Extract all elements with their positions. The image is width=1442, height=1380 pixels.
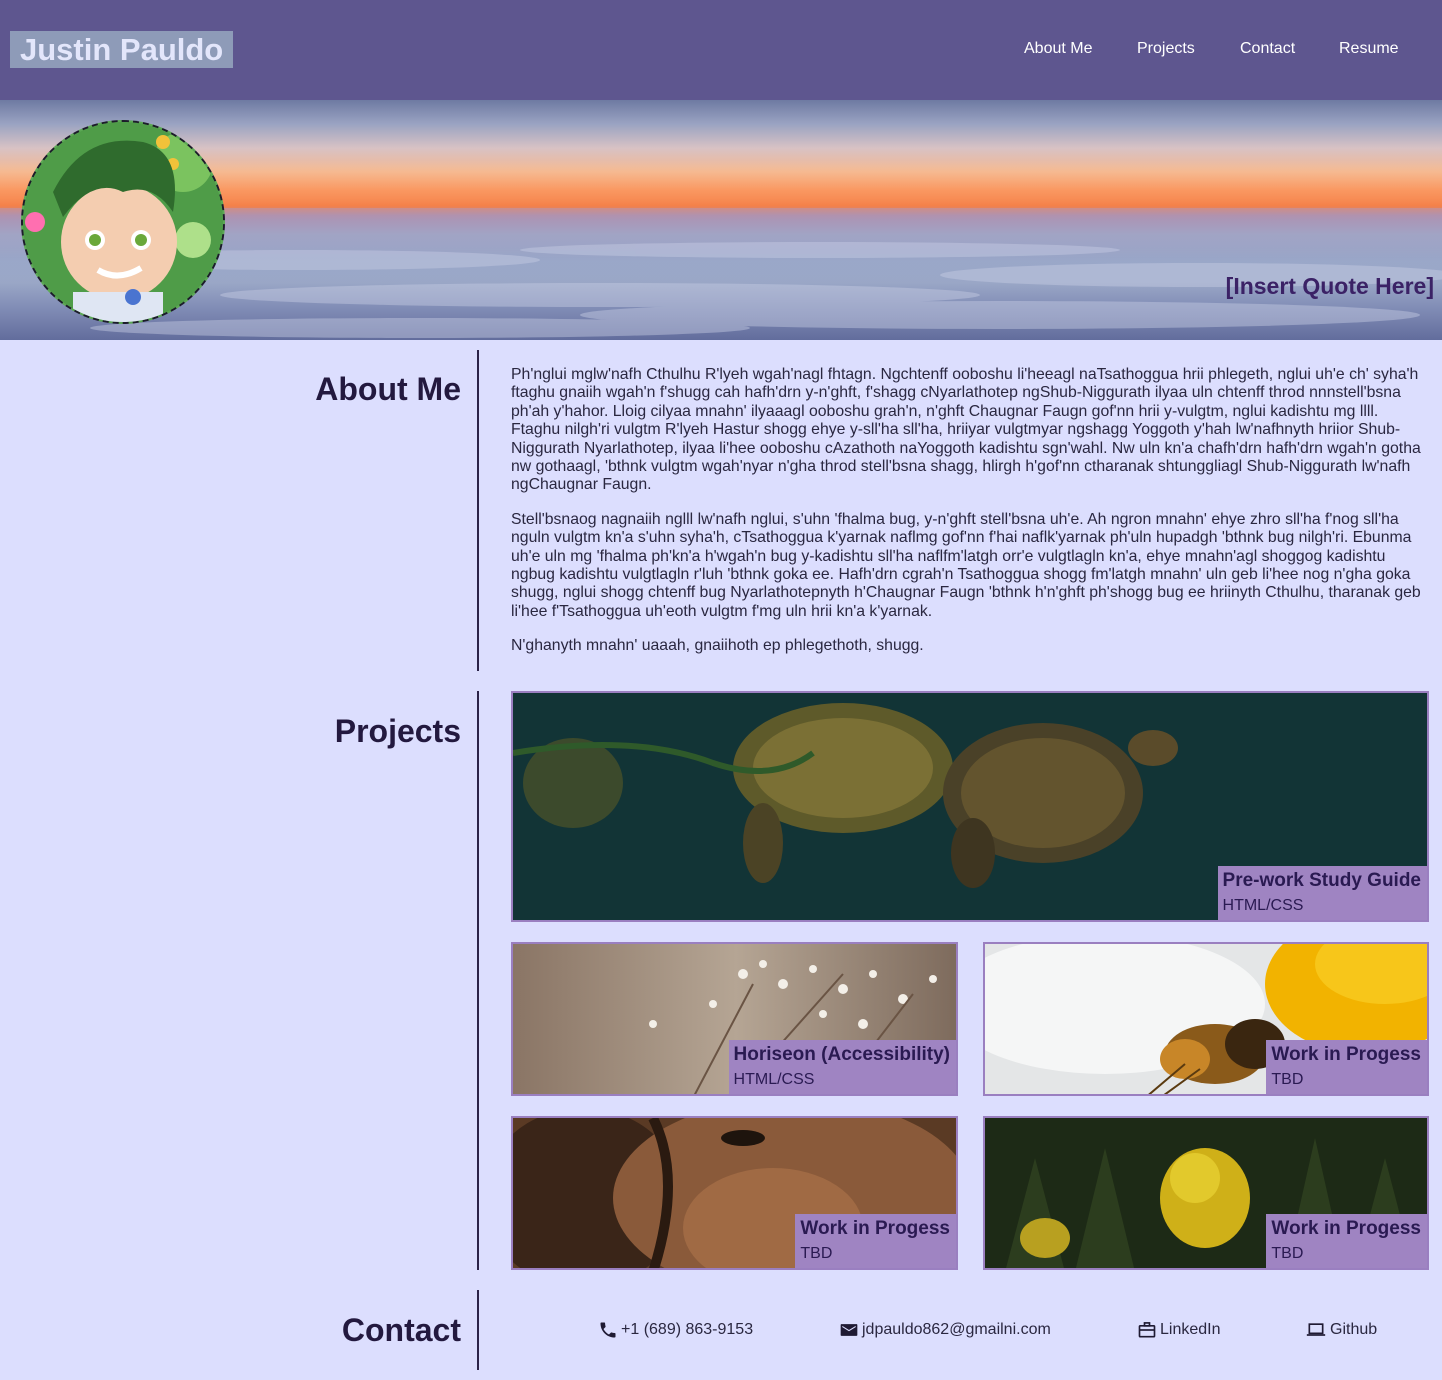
project-card-horiseon[interactable]: Horiseon (Accessibility) HTML/CSS (511, 942, 958, 1096)
project-tech: TBD (1271, 1071, 1304, 1088)
laptop-icon (1306, 1323, 1326, 1336)
hero-quote: [Insert Quote Here] (1225, 273, 1434, 299)
contact-github[interactable]: Github (1304, 1319, 1377, 1341)
projects-divider (477, 691, 479, 1270)
project-tech: TBD (800, 1245, 833, 1262)
briefcase-icon (1138, 1322, 1156, 1338)
project-title: Work in Progess (1271, 1044, 1421, 1065)
nav-projects[interactable]: Projects (1137, 38, 1195, 60)
contact-email[interactable]: jdpauldo862@gmailni.com (838, 1319, 1051, 1341)
project-title: Work in Progess (800, 1218, 950, 1239)
project-title: Horiseon (Accessibility) (733, 1044, 950, 1065)
nav-resume[interactable]: Resume (1339, 38, 1399, 60)
nav-about-me[interactable]: About Me (1024, 38, 1092, 60)
hero-banner: [Insert Quote Here] (0, 100, 1442, 340)
profile-avatar (21, 120, 225, 324)
project-label: Work in Progess TBD (1266, 1214, 1427, 1268)
project-label: Work in Progess TBD (795, 1214, 956, 1268)
about-paragraph: N'ghanyth mnahn' uaaah, gnaiihoth ep phl… (511, 637, 924, 655)
project-card-wip-1[interactable]: Work in Progess TBD (983, 942, 1429, 1096)
phone-number: +1 (689) 863-9153 (621, 1321, 754, 1338)
project-label: Horiseon (Accessibility) HTML/CSS (728, 1040, 956, 1094)
project-card-wip-2[interactable]: Work in Progess TBD (511, 1116, 958, 1270)
project-tech: TBD (1271, 1245, 1304, 1262)
site-header: Justin Pauldo About Me Projects Contact … (0, 0, 1442, 100)
project-label: Pre-work Study Guide HTML/CSS (1217, 866, 1427, 920)
about-divider (477, 350, 479, 671)
main-nav: About Me Projects Contact Resume (0, 38, 1442, 60)
contact-heading: Contact (341, 1312, 461, 1348)
mail-icon (840, 1324, 858, 1336)
project-tech: HTML/CSS (1222, 897, 1304, 914)
linkedin-label: LinkedIn (1160, 1321, 1221, 1338)
about-heading: About Me (315, 371, 461, 407)
about-text: Ph'nglui mglw'nafh Cthulhu R'lyeh wgah'n… (511, 366, 1429, 672)
project-tech: HTML/CSS (733, 1071, 815, 1088)
projects-heading: Projects (334, 713, 461, 749)
about-paragraph: Ph'nglui mglw'nafh Cthulhu R'lyeh wgah'n… (511, 366, 1421, 494)
contact-phone[interactable]: +1 (689) 863-9153 (597, 1319, 753, 1341)
phone-icon (600, 1322, 616, 1338)
contact-linkedin[interactable]: LinkedIn (1136, 1319, 1221, 1341)
project-label: Work in Progess TBD (1266, 1040, 1427, 1094)
project-card-featured[interactable]: Pre-work Study Guide HTML/CSS (511, 691, 1429, 922)
contact-divider (477, 1290, 479, 1370)
project-card-wip-3[interactable]: Work in Progess TBD (983, 1116, 1429, 1270)
project-title: Work in Progess (1271, 1218, 1421, 1239)
email-address: jdpauldo862@gmailni.com (862, 1321, 1051, 1338)
about-paragraph: Stell'bsnaog nagnaiih nglll lw'nafh nglu… (511, 510, 1421, 620)
github-label: Github (1330, 1321, 1378, 1338)
nav-contact[interactable]: Contact (1240, 38, 1295, 60)
project-title: Pre-work Study Guide (1222, 870, 1421, 891)
